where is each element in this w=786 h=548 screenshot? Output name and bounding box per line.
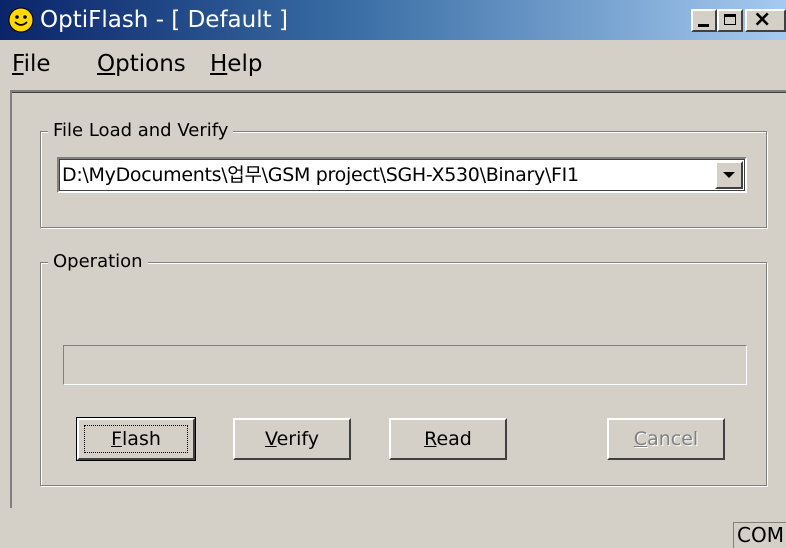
read-button[interactable]: Read <box>389 418 507 460</box>
minimize-button[interactable] <box>691 9 717 32</box>
menu-help-mnemonic: H <box>210 51 228 77</box>
menu-file[interactable]: File <box>12 50 51 78</box>
status-port: COM <box>733 522 786 548</box>
maximize-button[interactable] <box>717 9 743 32</box>
close-button[interactable]: × <box>745 7 786 32</box>
menu-file-label: ile <box>23 51 51 77</box>
client-edge <box>12 92 786 93</box>
operation-group-label: Operation <box>48 251 148 273</box>
menu-options-label: ptions <box>115 51 186 77</box>
file-path-dropdown-button[interactable] <box>715 161 743 189</box>
menu-help-label: elp <box>227 51 263 77</box>
verify-button-mnemonic: V <box>265 428 277 450</box>
flash-progress-bar <box>63 345 747 385</box>
menu-options-mnemonic: O <box>97 51 116 77</box>
flash-button[interactable]: Flash <box>76 417 196 461</box>
maximize-icon <box>724 14 736 25</box>
file-path-combobox[interactable]: D:\MyDocuments\업무\GSM project\SGH-X530\B… <box>57 157 747 193</box>
cancel-button[interactable]: Cancel <box>607 418 725 460</box>
file-path-value[interactable]: D:\MyDocuments\업무\GSM project\SGH-X530\B… <box>62 163 712 187</box>
verify-button[interactable]: Verify <box>233 418 351 460</box>
chevron-down-icon <box>723 172 735 178</box>
cancel-button-mnemonic: C <box>633 428 648 450</box>
menu-file-mnemonic: F <box>12 51 24 77</box>
menu-help[interactable]: Help <box>210 50 262 78</box>
app-window: OptiFlash - [ Default ] × File Options H… <box>0 0 786 548</box>
minimize-icon <box>698 24 709 27</box>
read-button-mnemonic: R <box>424 428 437 450</box>
file-load-group-label: File Load and Verify <box>48 120 234 142</box>
close-icon: × <box>753 7 772 32</box>
read-button-label: ead <box>436 428 472 450</box>
smiley-face-icon <box>8 7 34 33</box>
status-bar: COM <box>0 510 786 548</box>
menu-options[interactable]: Options <box>97 50 186 78</box>
title-bar[interactable]: OptiFlash - [ Default ] × <box>0 0 786 40</box>
focus-rectangle <box>84 425 188 453</box>
cancel-button-label: ancel <box>647 428 699 450</box>
window-title: OptiFlash - [ Default ] <box>40 7 288 33</box>
verify-button-label: erify <box>276 428 319 450</box>
menu-bar: File Options Help <box>0 42 786 84</box>
